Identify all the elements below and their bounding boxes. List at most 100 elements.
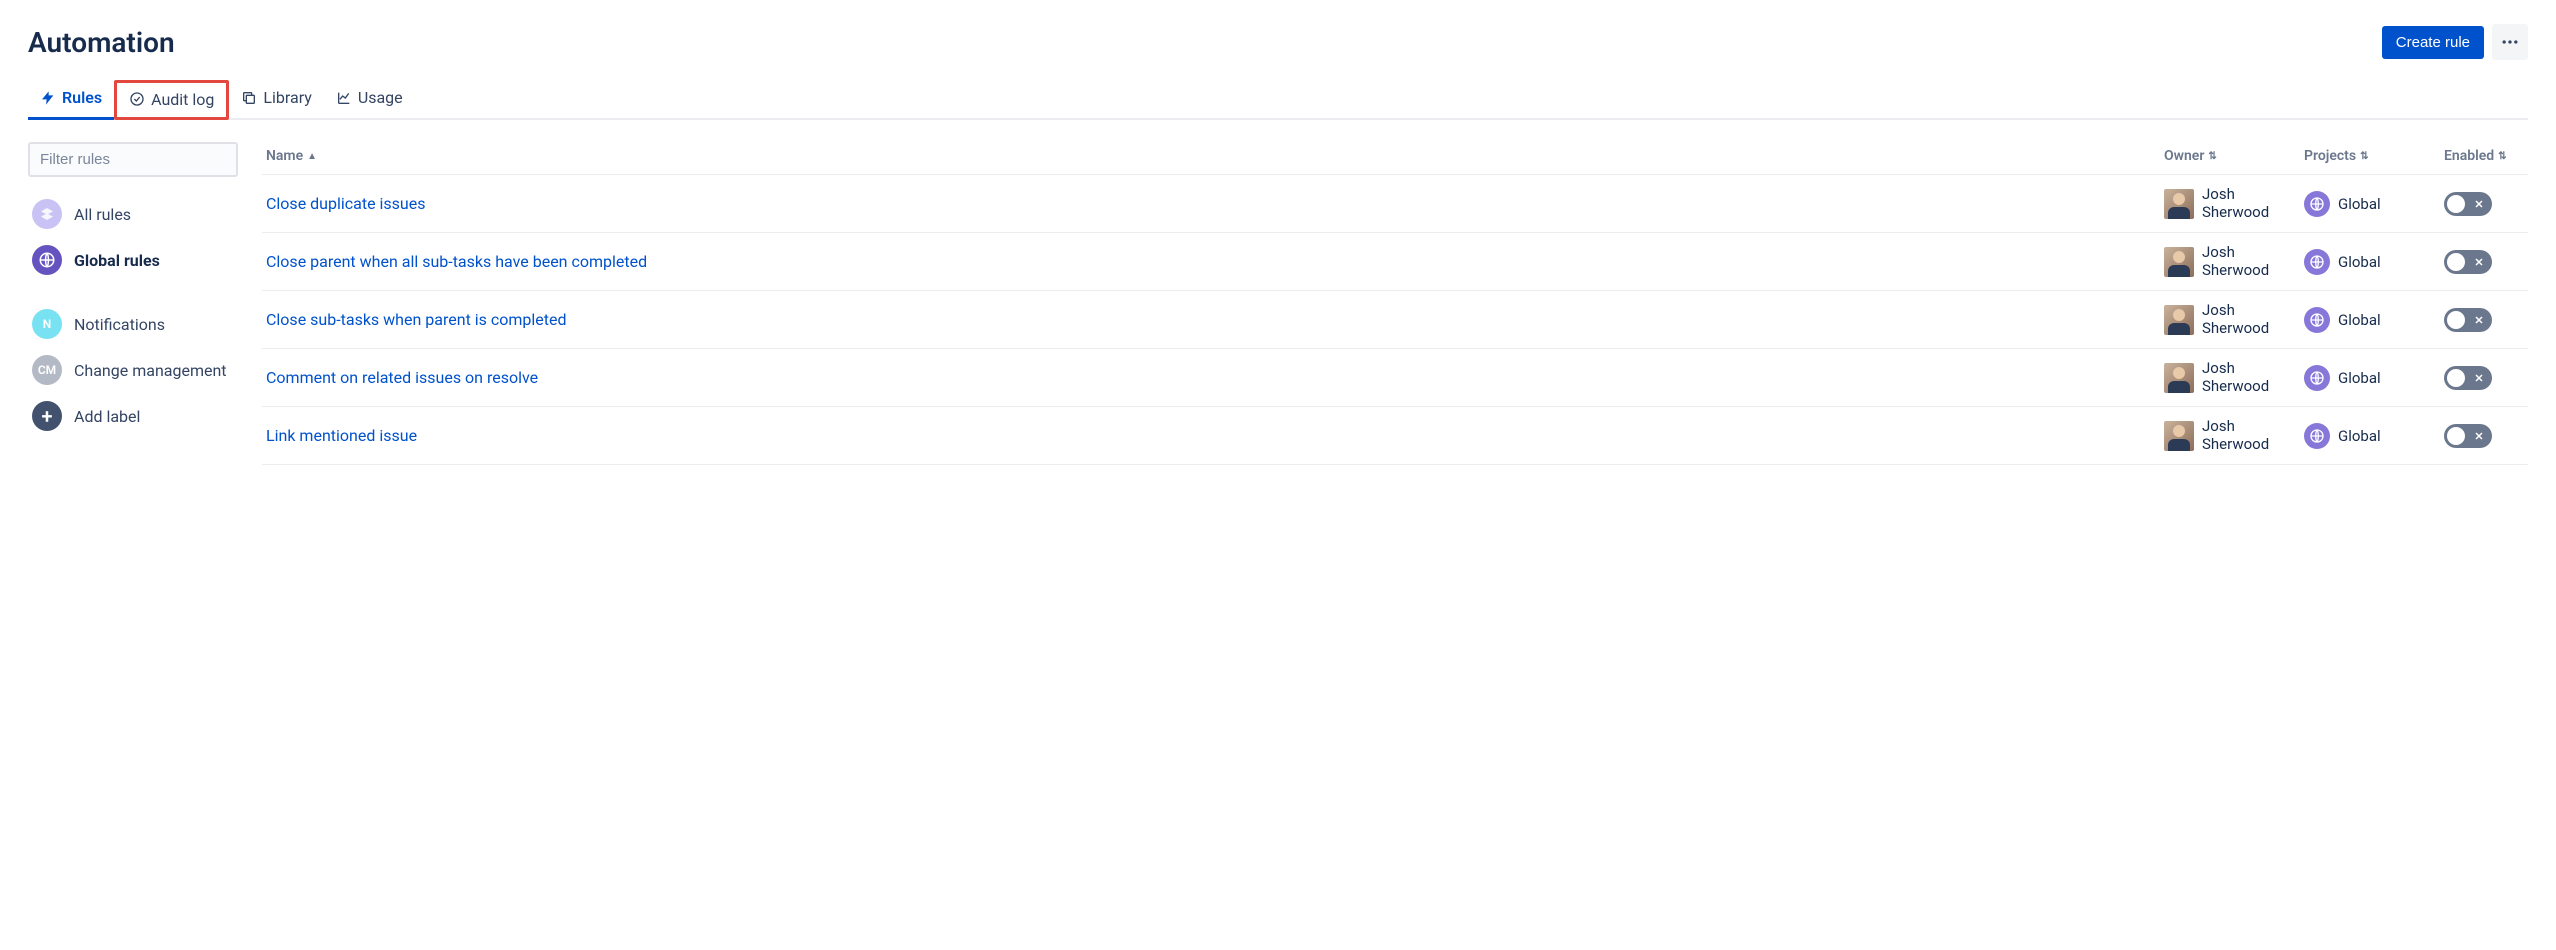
project-label: Global (2338, 311, 2381, 329)
owner-cell: JoshSherwood (2164, 418, 2304, 453)
avatar (2164, 363, 2194, 393)
tab-usage[interactable]: Usage (324, 80, 415, 120)
enabled-toggle[interactable] (2444, 192, 2492, 216)
enabled-toggle[interactable] (2444, 250, 2492, 274)
content-area: All rules Global rules N Notifications C… (28, 142, 2528, 465)
project-cell: Global (2304, 365, 2444, 391)
tabs: Rules Audit log Library Usage (28, 78, 2528, 120)
project-label: Global (2338, 195, 2381, 213)
plus-icon: + (32, 401, 62, 431)
globe-icon (32, 245, 62, 275)
page-header: Automation Create rule (28, 24, 2528, 60)
owner-cell: JoshSherwood (2164, 244, 2304, 279)
sidebar-item-add-label[interactable]: + Add label (28, 393, 238, 439)
tab-rules[interactable]: Rules (28, 80, 114, 120)
rule-name-link[interactable]: Close parent when all sub-tasks have bee… (266, 252, 647, 271)
toggle-knob (2447, 369, 2465, 387)
sidebar-item-label: Change management (74, 361, 227, 380)
owner-name: JoshSherwood (2202, 302, 2269, 337)
enabled-toggle[interactable] (2444, 308, 2492, 332)
table-body: Close duplicate issues JoshSherwood Global… (262, 175, 2528, 465)
letters-cm-icon: CM (32, 355, 62, 385)
close-icon (2472, 197, 2486, 211)
table-row: Close parent when all sub-tasks have bee… (262, 233, 2528, 291)
tab-library[interactable]: Library (229, 80, 323, 120)
sidebar-item-notifications[interactable]: N Notifications (28, 301, 238, 347)
column-header-projects[interactable]: Projects ⇅ (2304, 148, 2444, 164)
globe-icon (2304, 249, 2330, 275)
create-rule-button[interactable]: Create rule (2382, 26, 2484, 59)
globe-icon (2304, 307, 2330, 333)
rule-name-link[interactable]: Close duplicate issues (266, 194, 425, 213)
globe-icon (2304, 365, 2330, 391)
project-cell: Global (2304, 249, 2444, 275)
sidebar-item-label: Notifications (74, 315, 165, 334)
ellipsis-icon (2500, 32, 2520, 52)
enabled-toggle[interactable] (2444, 366, 2492, 390)
owner-cell: JoshSherwood (2164, 186, 2304, 221)
owner-cell: JoshSherwood (2164, 360, 2304, 395)
owner-name: JoshSherwood (2202, 360, 2269, 395)
sidebar: All rules Global rules N Notifications C… (28, 142, 238, 465)
owner-name: JoshSherwood (2202, 418, 2269, 453)
toggle-knob (2447, 253, 2465, 271)
sidebar-item-change-management[interactable]: CM Change management (28, 347, 238, 393)
column-header-label: Name (266, 148, 303, 164)
sort-asc-icon: ▲ (307, 151, 317, 162)
table-row: Close duplicate issues JoshSherwood Global (262, 175, 2528, 233)
rule-name-link[interactable]: Close sub-tasks when parent is completed (266, 310, 567, 329)
tab-label: Audit log (151, 90, 214, 109)
globe-icon (2304, 191, 2330, 217)
avatar (2164, 247, 2194, 277)
more-actions-button[interactable] (2492, 24, 2528, 60)
avatar (2164, 189, 2194, 219)
rules-table: Name ▲ Owner ⇅ Projects ⇅ Enabled ⇅ Clos… (262, 142, 2528, 465)
column-header-label: Projects (2304, 148, 2356, 164)
close-icon (2472, 313, 2486, 327)
table-row: Comment on related issues on resolve Josh… (262, 349, 2528, 407)
tab-label: Usage (358, 88, 403, 107)
table-row: Close sub-tasks when parent is completed… (262, 291, 2528, 349)
close-icon (2472, 429, 2486, 443)
sidebar-separator (28, 283, 238, 301)
sidebar-list: All rules Global rules N Notifications C… (28, 191, 238, 439)
toggle-knob (2447, 195, 2465, 213)
header-actions: Create rule (2382, 24, 2528, 60)
sidebar-item-global-rules[interactable]: Global rules (28, 237, 238, 283)
owner-name: JoshSherwood (2202, 186, 2269, 221)
close-icon (2472, 371, 2486, 385)
sort-icon: ⇅ (2208, 151, 2216, 162)
sort-icon: ⇅ (2360, 151, 2368, 162)
column-header-label: Enabled (2444, 148, 2494, 164)
rule-name-link[interactable]: Link mentioned issue (266, 426, 417, 445)
filter-rules-input[interactable] (28, 142, 238, 177)
enabled-toggle[interactable] (2444, 424, 2492, 448)
sidebar-item-label: Add label (74, 407, 140, 426)
project-label: Global (2338, 427, 2381, 445)
owner-name: JoshSherwood (2202, 244, 2269, 279)
rule-name-link[interactable]: Comment on related issues on resolve (266, 368, 538, 387)
project-label: Global (2338, 369, 2381, 387)
owner-cell: JoshSherwood (2164, 302, 2304, 337)
project-cell: Global (2304, 423, 2444, 449)
column-header-owner[interactable]: Owner ⇅ (2164, 148, 2304, 164)
project-label: Global (2338, 253, 2381, 271)
tab-audit-log[interactable]: Audit log (114, 80, 229, 120)
column-header-name[interactable]: Name ▲ (266, 148, 2164, 164)
all-rules-icon (32, 199, 62, 229)
globe-icon (2304, 423, 2330, 449)
avatar (2164, 421, 2194, 451)
bolt-icon (40, 90, 56, 106)
close-icon (2472, 255, 2486, 269)
sidebar-item-label: Global rules (74, 251, 160, 270)
column-header-label: Owner (2164, 148, 2204, 164)
table-header: Name ▲ Owner ⇅ Projects ⇅ Enabled ⇅ (262, 142, 2528, 175)
tab-label: Library (263, 88, 311, 107)
toggle-knob (2447, 427, 2465, 445)
table-row: Link mentioned issue JoshSherwood Global (262, 407, 2528, 465)
check-circle-icon (129, 91, 145, 107)
sidebar-item-label: All rules (74, 205, 131, 224)
column-header-enabled[interactable]: Enabled ⇅ (2444, 148, 2524, 164)
sidebar-item-all-rules[interactable]: All rules (28, 191, 238, 237)
avatar (2164, 305, 2194, 335)
